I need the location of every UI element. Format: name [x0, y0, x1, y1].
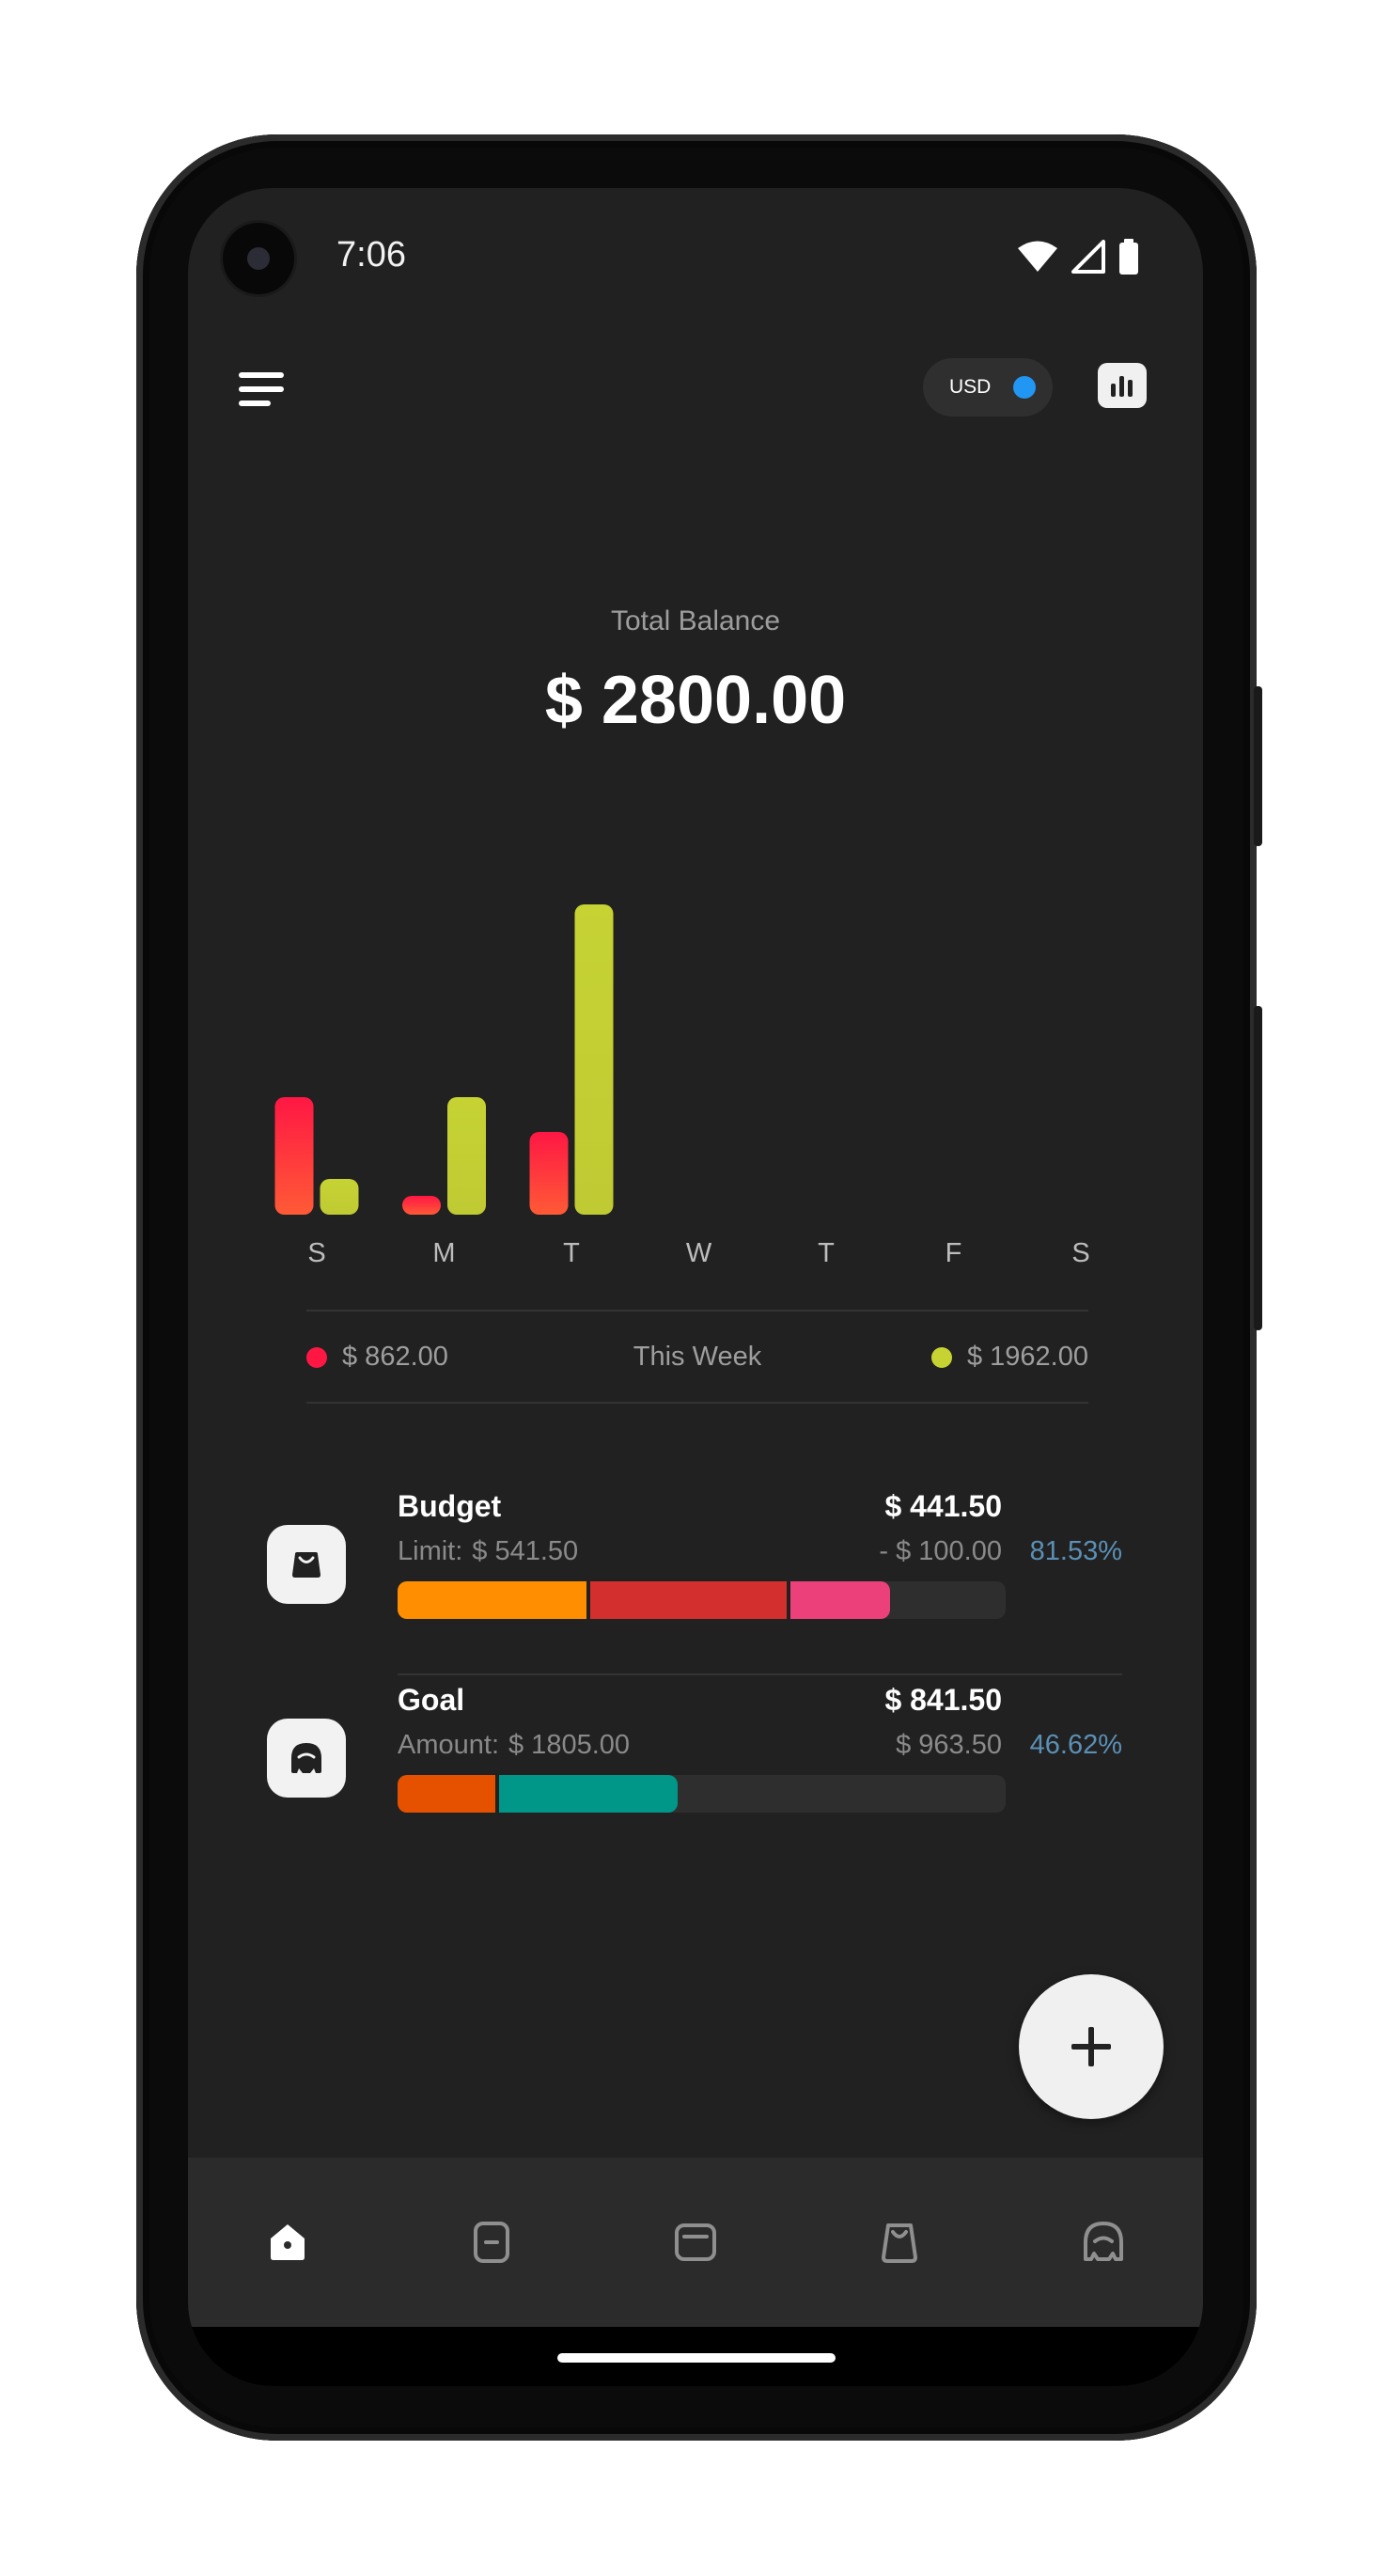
chart-x-tick-label: T	[818, 1238, 835, 1268]
goal-amount-value: $ 1805.00	[508, 1730, 631, 1760]
nav-transactions[interactable]	[465, 2216, 518, 2269]
transactions-icon	[474, 2222, 509, 2263]
budget-limit-label: Limit:	[398, 1536, 463, 1566]
progress-segment	[398, 1581, 586, 1619]
shopping-bag-icon	[292, 1552, 320, 1578]
wallet-icon	[675, 2223, 716, 2261]
weekly-bar-chart: SMTWTFS	[274, 904, 1090, 1268]
budget-percent: 81.53%	[1029, 1536, 1122, 1566]
chart-bar	[320, 1179, 359, 1215]
goal-percent: 46.62%	[1029, 1730, 1122, 1760]
card-divider	[398, 1673, 1122, 1675]
budget-progress-bar	[398, 1581, 1006, 1619]
chart-x-tick-label: T	[563, 1238, 580, 1268]
chart-bar	[574, 904, 614, 1215]
budget-limit: Limit: $ 541.50	[398, 1536, 578, 1567]
power-button	[1254, 686, 1262, 846]
chart-bar	[274, 1097, 314, 1215]
progress-segment	[787, 1581, 891, 1619]
chart-x-tick-label: S	[1071, 1238, 1089, 1268]
chart-bar	[447, 1097, 486, 1215]
home-gesture-bar[interactable]	[557, 2353, 836, 2363]
volume-button	[1254, 1006, 1262, 1330]
nav-wallet[interactable]	[669, 2216, 722, 2269]
home-icon	[271, 2224, 305, 2260]
budget-card[interactable]: Budget $ 441.50 Limit: $ 541.50 - $ 100.0…	[267, 1485, 1122, 1636]
progress-segment	[586, 1581, 788, 1619]
gesture-area	[188, 2327, 1203, 2386]
budget-diff: - $ 100.00	[879, 1536, 1002, 1566]
chart-bar	[402, 1196, 441, 1215]
chart-x-tick-label: M	[432, 1238, 455, 1268]
goal-card[interactable]: Goal $ 841.50 Amount: $ 1805.00 $ 963.50 …	[267, 1679, 1122, 1830]
goal-value: $ 841.50	[884, 1683, 1002, 1717]
app-screen: 7:06 USD Total Balance $ 2800.00 S M T W…	[188, 188, 1203, 2386]
progress-segment	[398, 1775, 495, 1813]
income-legend: $ 1962.00	[930, 1342, 1088, 1373]
budget-bag-icon	[882, 2223, 917, 2263]
piggy-bank-icon	[291, 1743, 321, 1773]
chart-x-tick-label: F	[946, 1238, 962, 1268]
chart-x-tick-label: S	[307, 1238, 325, 1268]
nav-budget[interactable]	[873, 2216, 926, 2269]
goal-amount-label: Amount:	[398, 1730, 499, 1760]
bottom-navigation	[188, 2158, 1203, 2327]
income-amount: $ 1962.00	[966, 1342, 1088, 1372]
week-summary: $ 862.00 This Week $ 1962.00	[306, 1310, 1088, 1404]
budget-limit-value: $ 541.50	[472, 1536, 579, 1566]
add-button[interactable]	[1019, 1974, 1164, 2119]
income-dot	[930, 1346, 952, 1368]
goal-icon-tile	[267, 1719, 346, 1798]
goal-amount: Amount: $ 1805.00	[398, 1730, 630, 1761]
budget-icon-tile	[267, 1525, 346, 1604]
goal-diff: $ 963.50	[896, 1730, 1002, 1760]
nav-goal[interactable]	[1077, 2216, 1130, 2269]
chart-x-tick-label: W	[686, 1238, 712, 1268]
chart-bar	[529, 1132, 569, 1215]
goal-icon	[1084, 2222, 1123, 2261]
nav-home[interactable]	[261, 2216, 314, 2269]
goal-progress-bar	[398, 1775, 1006, 1813]
budget-value: $ 441.50	[884, 1489, 1002, 1523]
goal-title: Goal	[398, 1683, 465, 1717]
progress-segment	[494, 1775, 678, 1813]
budget-title: Budget	[398, 1489, 502, 1523]
